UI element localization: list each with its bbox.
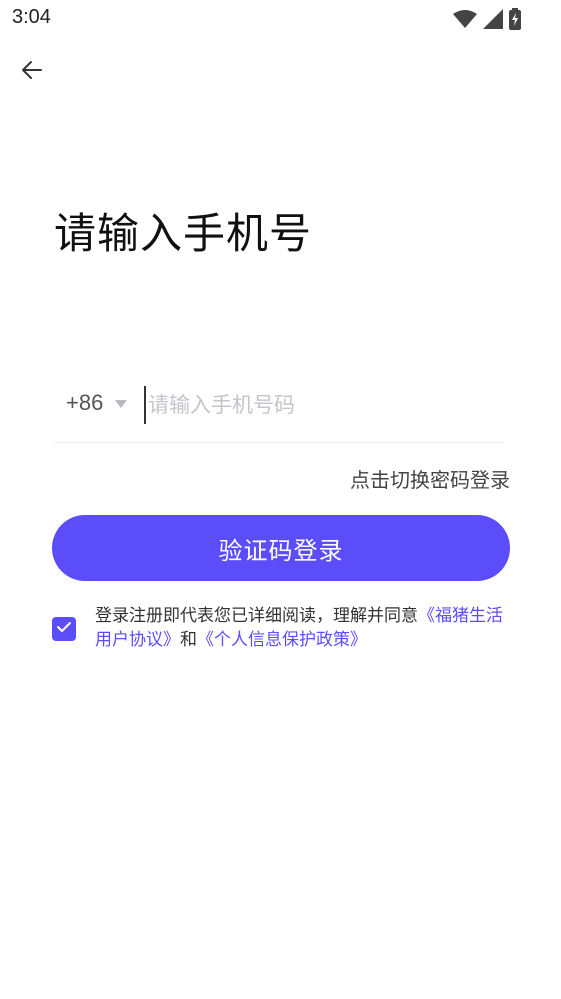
switch-to-password-login-link[interactable]: 点击切换密码登录 [350, 464, 510, 493]
country-code-selector[interactable]: +86 [66, 390, 128, 416]
status-bar: 3:04 [0, 0, 561, 38]
country-code-label: +86 [66, 390, 104, 415]
agreement-prefix: 登录注册即代表您已详细阅读，理解并同意 [95, 606, 418, 626]
phone-input-row: +86 [54, 380, 504, 443]
wifi-icon [453, 9, 477, 33]
page-title: 请输入手机号 [54, 209, 313, 258]
status-icons [453, 8, 521, 34]
signal-icon [483, 9, 503, 33]
phone-input[interactable] [144, 386, 500, 424]
checkmark-icon [56, 619, 72, 639]
arrow-left-icon [21, 59, 43, 85]
caret-down-icon [115, 400, 128, 408]
back-button[interactable] [16, 56, 48, 88]
privacy-policy-link[interactable]: 《个人信息保护政策》 [197, 630, 367, 650]
battery-charging-icon [509, 8, 521, 34]
agreement-checkbox[interactable] [52, 617, 76, 641]
agreement-text: 登录注册即代表您已详细阅读，理解并同意《福猪生活用户协议》和《个人信息保护政策》 [95, 604, 510, 652]
agreement-conjunction: 和 [180, 630, 197, 650]
sms-login-button[interactable]: 验证码登录 [52, 515, 510, 581]
status-time: 3:04 [12, 6, 51, 28]
